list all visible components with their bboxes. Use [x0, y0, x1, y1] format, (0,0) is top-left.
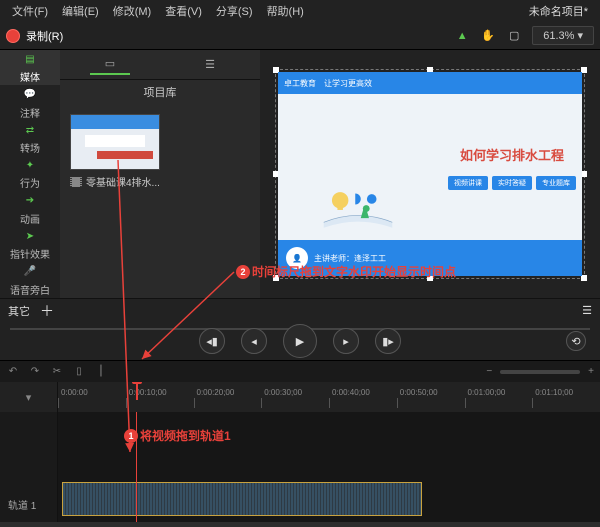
ruler-mark: 0:00:30;00 — [261, 398, 329, 408]
record-icon — [6, 29, 20, 43]
playhead-marker[interactable] — [136, 382, 138, 400]
clip-thumbnail — [70, 114, 160, 170]
media-bin: ▭ ☰ 项目库 零基础课4排水... — [60, 50, 260, 298]
ruler-mark: 0:01:10;00 — [532, 398, 600, 408]
mic-icon: 🎤 — [22, 264, 38, 280]
speech-icon: 💬 — [22, 87, 38, 103]
ruler-mark: 0:00:50;00 — [397, 398, 465, 408]
canvas[interactable]: 卓工教育让学习更高效 — [275, 69, 585, 279]
zoom-slider[interactable] — [500, 370, 580, 374]
menu-bar: 文件(F) 编辑(E) 修改(M) 查看(V) 分享(S) 帮助(H) 未命名项… — [0, 0, 600, 22]
sidebar-item-cursor[interactable]: ➤指针效果 — [0, 227, 60, 262]
project-title: 未命名项目* — [529, 3, 594, 19]
slide-preview: 卓工教育让学习更高效 — [278, 72, 582, 276]
time-ruler[interactable]: ▾ 0:00:02:12 0:00:00 0:00:10;00 0:00:20;… — [0, 382, 600, 412]
settings-icon[interactable]: ☰ — [582, 304, 592, 317]
teacher-label: 主讲老师：逢泽工工 — [314, 253, 386, 264]
bin-tab-thumb[interactable]: ▭ — [90, 55, 130, 75]
book-illustration — [298, 188, 418, 236]
star-icon: ✦ — [22, 157, 38, 173]
menu-modify[interactable]: 修改(M) — [107, 1, 158, 21]
clip-name: 零基础课4排水... — [86, 174, 160, 189]
bin-tab-list[interactable]: ☰ — [190, 55, 230, 75]
timeline-toolbar: ↶ ↷ ✂ ▯ ⎮ − + — [0, 360, 600, 382]
menu-share[interactable]: 分享(S) — [210, 1, 259, 21]
bottom-tab-row: 其它 ＋ ☰ — [0, 298, 600, 322]
menu-edit[interactable]: 编辑(E) — [56, 1, 105, 21]
zoom-dropdown[interactable]: 61.3% ▾ — [532, 26, 594, 45]
tab-other[interactable]: 其它 — [8, 303, 30, 319]
crop-tool-icon[interactable]: ▢ — [506, 28, 522, 44]
annotation-2: 2 时间标尺拖到文字水印开始显示时间点 — [236, 263, 456, 280]
loop-button[interactable]: ⟲ — [566, 331, 586, 351]
next-frame-button[interactable]: ▮▸ — [375, 328, 401, 354]
annotation-number: 2 — [236, 265, 250, 279]
ruler-mark: 0:00:20;00 — [194, 398, 262, 408]
record-bar: 录制(R) ▲ ✋ ▢ 61.3% ▾ — [0, 22, 600, 50]
preview-pane: 卓工教育让学习更高效 — [260, 50, 600, 298]
left-sidebar: ▤媒体 💬注释 ⇄转场 ✦行为 ➔动画 ➤指针效果 🎤语音旁白 — [0, 50, 60, 298]
menu-help[interactable]: 帮助(H) — [261, 1, 310, 21]
timeline-clip[interactable] — [62, 482, 422, 516]
prev-frame-button[interactable]: ◂▮ — [199, 328, 225, 354]
add-button[interactable]: ＋ — [40, 301, 54, 321]
step-fwd-button[interactable]: ▸ — [333, 328, 359, 354]
swap-icon: ⇄ — [22, 122, 38, 138]
redo-icon[interactable]: ↷ — [28, 365, 42, 379]
timeline-tracks: 轨道 1 — [0, 412, 600, 522]
film-icon: ▤ — [22, 51, 38, 67]
sidebar-item-annotation[interactable]: 💬注释 — [0, 85, 60, 120]
pill: 实时答疑 — [492, 176, 532, 190]
sidebar-item-voiceover[interactable]: 🎤语音旁白 — [0, 263, 60, 298]
playback-bar: ◂▮ ◂ ▶ ▸ ▮▸ ⟲ — [0, 322, 600, 360]
zoom-in-icon[interactable]: + — [588, 366, 594, 377]
slide-title: 如何学习排水工程 — [460, 145, 564, 164]
collapse-icon[interactable]: ▾ — [26, 391, 32, 404]
media-clip[interactable]: 零基础课4排水... — [70, 114, 160, 189]
pill: 专业题库 — [536, 176, 576, 190]
sidebar-item-transition[interactable]: ⇄转场 — [0, 121, 60, 156]
arrow-icon: ➔ — [22, 193, 38, 209]
hand-tool-icon[interactable]: ✋ — [480, 28, 496, 44]
menu-view[interactable]: 查看(V) — [159, 1, 208, 21]
track-label-1[interactable]: 轨道 1 — [0, 412, 58, 522]
copy-icon[interactable]: ▯ — [72, 365, 86, 379]
annotation-1: 1 将视频拖到轨道1 — [124, 427, 231, 444]
undo-icon[interactable]: ↶ — [6, 365, 20, 379]
record-label: 录制(R) — [26, 28, 63, 44]
sidebar-item-behavior[interactable]: ✦行为 — [0, 156, 60, 191]
record-button[interactable]: 录制(R) — [6, 28, 63, 44]
split-icon[interactable]: ⎮ — [94, 365, 108, 379]
cut-icon[interactable]: ✂ — [50, 365, 64, 379]
film-icon — [70, 177, 82, 187]
library-title: 项目库 — [60, 80, 260, 104]
pill: 视频讲课 — [448, 176, 488, 190]
play-button[interactable]: ▶ — [283, 324, 317, 358]
cursor-icon: ➤ — [22, 228, 38, 244]
sidebar-item-media[interactable]: ▤媒体 — [0, 50, 60, 85]
ruler-mark: 0:01:00;00 — [465, 398, 533, 408]
sidebar-item-animation[interactable]: ➔动画 — [0, 192, 60, 227]
menu-file[interactable]: 文件(F) — [6, 1, 54, 21]
ruler-mark: 0:00:40;00 — [329, 398, 397, 408]
zoom-out-icon[interactable]: − — [486, 366, 492, 377]
step-back-button[interactable]: ◂ — [241, 328, 267, 354]
pointer-tool-icon[interactable]: ▲ — [454, 28, 470, 44]
annotation-number: 1 — [124, 429, 138, 443]
ruler-mark: 0:00:00 — [58, 398, 126, 408]
